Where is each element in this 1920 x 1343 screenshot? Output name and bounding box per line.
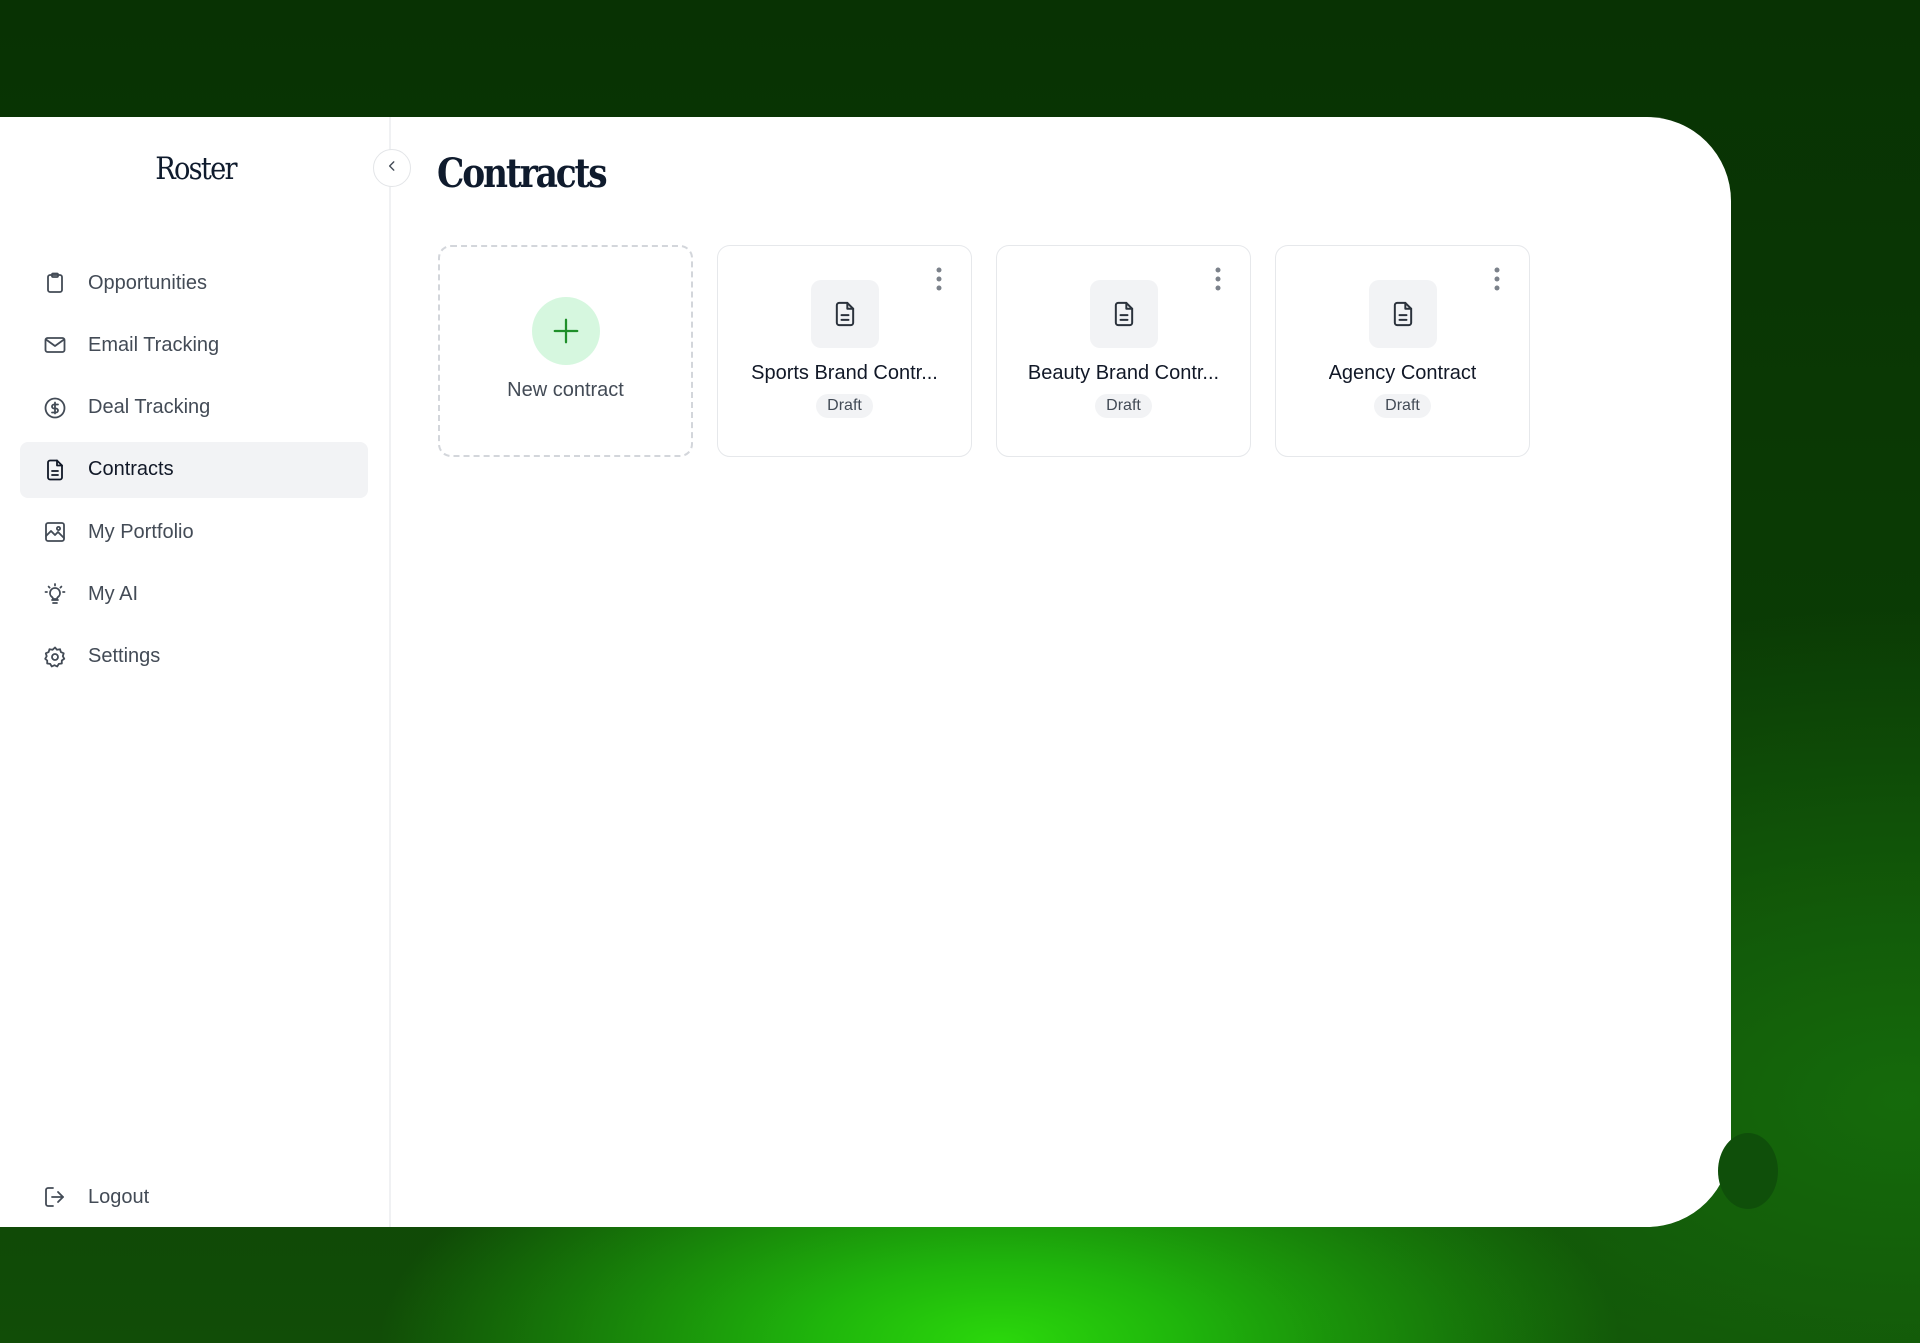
plus-icon (531, 296, 600, 365)
floating-action-button[interactable] (1718, 1133, 1778, 1209)
sidebar-item-opportunities[interactable]: Opportunities (20, 255, 368, 311)
sidebar-item-label: Contracts (88, 458, 174, 481)
sidebar: Roster Opportunities Email Tracking Deal… (0, 117, 391, 1227)
app-window: Roster Opportunities Email Tracking Deal… (0, 117, 1731, 1227)
sidebar-item-my-ai[interactable]: My AI (20, 566, 368, 622)
brand-logo[interactable]: Roster (23, 151, 367, 187)
document-icon (1089, 280, 1158, 348)
sidebar-item-contracts[interactable]: Contracts (20, 441, 368, 498)
contract-card[interactable]: Beauty Brand Contr... Draft (996, 245, 1251, 457)
sidebar-item-label: My Portfolio (88, 520, 194, 543)
sidebar-nav: Opportunities Email Tracking Deal Tracki… (20, 255, 368, 691)
document-icon (42, 457, 68, 483)
contract-title: Agency Contract (1328, 362, 1477, 384)
sidebar-item-deal-tracking[interactable]: Deal Tracking (20, 380, 368, 436)
sidebar-item-label: Settings (88, 645, 161, 668)
sidebar-item-label: Opportunities (88, 271, 207, 294)
document-icon (1368, 280, 1437, 348)
sidebar-item-label: Deal Tracking (88, 396, 211, 419)
more-options-icon[interactable] (933, 266, 945, 292)
contract-title: Beauty Brand Contr... (1027, 362, 1220, 384)
page-title: Contracts (437, 150, 608, 197)
dollar-circle-icon (42, 395, 68, 421)
mail-icon (42, 332, 68, 358)
sidebar-item-label: My AI (88, 582, 139, 605)
image-icon (42, 519, 68, 545)
lightbulb-icon (42, 581, 68, 607)
more-options-icon[interactable] (1491, 266, 1503, 292)
sidebar-item-email-tracking[interactable]: Email Tracking (20, 317, 368, 373)
logout-icon (42, 1184, 68, 1210)
clipboard-icon (42, 270, 68, 296)
sidebar-item-settings[interactable]: Settings (20, 629, 368, 685)
contract-card[interactable]: Agency Contract Draft (1275, 245, 1530, 457)
contract-card[interactable]: Sports Brand Contr... Draft (717, 245, 972, 457)
more-options-icon[interactable] (1212, 266, 1224, 292)
document-icon (810, 280, 879, 348)
sidebar-item-my-portfolio[interactable]: My Portfolio (20, 504, 368, 560)
contract-title: Sports Brand Contr... (751, 362, 938, 384)
logout-label: Logout (88, 1185, 150, 1208)
status-badge: Draft (1374, 394, 1431, 418)
logout-button[interactable]: Logout (20, 1167, 368, 1227)
status-badge: Draft (1095, 394, 1152, 418)
sidebar-item-label: Email Tracking (88, 333, 220, 356)
chevron-left-icon (385, 159, 399, 178)
new-contract-card[interactable]: New contract (438, 245, 693, 457)
collapse-sidebar-button[interactable] (373, 149, 411, 187)
contracts-grid: New contract Sports Brand Contr... Draft (438, 245, 1530, 457)
main-content: Contracts New contract Sports Brand Cont… (393, 117, 1731, 1227)
status-badge: Draft (816, 394, 873, 418)
new-contract-label: New contract (507, 378, 624, 401)
gear-icon (42, 644, 68, 670)
